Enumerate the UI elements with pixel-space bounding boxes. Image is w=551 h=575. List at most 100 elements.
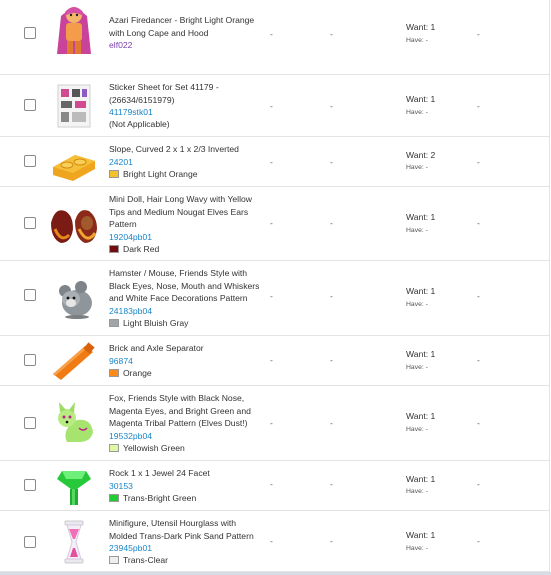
have-quantity: Have: - xyxy=(406,109,428,116)
part-name: Mini Doll, Hair Long Wavy with Yellow Ti… xyxy=(109,194,252,230)
color-name: Dark Red xyxy=(123,243,160,254)
color-note: (Not Applicable) xyxy=(109,119,170,130)
color-swatch xyxy=(109,443,119,452)
notify-value: - xyxy=(330,479,333,489)
want-quantity: Want: 1 xyxy=(406,286,436,296)
part-id-link[interactable]: 19532pb04 xyxy=(109,430,264,442)
curved-slope-icon[interactable] xyxy=(47,135,101,189)
want-quantity: Want: 1 xyxy=(406,212,436,222)
part-id-link[interactable]: 19204pb01 xyxy=(109,231,264,243)
part-name: Fox, Friends Style with Black Nose, Mage… xyxy=(109,393,251,429)
row-checkbox[interactable] xyxy=(24,155,36,167)
notify-value: - xyxy=(330,355,333,365)
have-quantity: Have: - xyxy=(406,364,428,371)
color-name: Yellowish Green xyxy=(123,442,185,453)
condition-value: - xyxy=(270,157,273,167)
color-swatch xyxy=(109,556,119,565)
part-name: Slope, Curved 2 x 1 x 2/3 Inverted xyxy=(109,144,239,154)
color-name: Bright Light Orange xyxy=(123,168,198,179)
part-id-link[interactable]: 24183pb04 xyxy=(109,305,264,317)
list-item: Mini Doll, Hair Long Wavy with Yellow Ti… xyxy=(0,187,550,261)
remarks-value: - xyxy=(477,101,480,111)
notify-value: - xyxy=(330,418,333,428)
want-quantity: Want: 1 xyxy=(406,349,436,359)
have-quantity: Have: - xyxy=(406,545,428,552)
remarks-value: - xyxy=(477,29,480,39)
condition-value: - xyxy=(270,218,273,228)
color-swatch xyxy=(109,169,119,178)
minifig-icon[interactable] xyxy=(47,2,101,56)
have-quantity: Have: - xyxy=(406,426,428,433)
part-id-link[interactable]: 96874 xyxy=(109,355,264,367)
have-quantity: Have: - xyxy=(406,301,428,308)
color-name: Orange xyxy=(123,367,152,378)
have-quantity: Have: - xyxy=(406,227,428,234)
color-swatch xyxy=(109,318,119,327)
list-item: Fox, Friends Style with Black Nose, Mage… xyxy=(0,386,550,461)
have-quantity: Have: - xyxy=(406,164,428,171)
part-id-link[interactable]: 24201 xyxy=(109,156,264,168)
condition-value: - xyxy=(270,355,273,365)
wanted-list: Azari Firedancer - Bright Light Orange w… xyxy=(0,0,551,575)
color-line: Bright Light Orange xyxy=(109,168,264,180)
remarks-value: - xyxy=(477,218,480,228)
part-name: Azari Firedancer - Bright Light Orange w… xyxy=(109,15,255,38)
notify-value: - xyxy=(330,536,333,546)
row-checkbox[interactable] xyxy=(24,217,36,229)
color-swatch xyxy=(109,368,119,377)
fox-icon[interactable] xyxy=(47,398,101,452)
row-checkbox[interactable] xyxy=(24,99,36,111)
part-id-link[interactable]: 30153 xyxy=(109,480,264,492)
color-swatch xyxy=(109,244,119,253)
color-name: Trans-Bright Green xyxy=(123,492,197,503)
part-id-link[interactable]: elf022 xyxy=(109,39,264,51)
want-quantity: Want: 1 xyxy=(406,94,436,104)
hamster-icon[interactable] xyxy=(47,271,101,325)
condition-value: - xyxy=(270,29,273,39)
sticker-sheet-icon[interactable] xyxy=(47,79,101,133)
color-line: Trans-Clear xyxy=(109,554,264,566)
list-item: Brick and Axle Separator 96874 Orange - … xyxy=(0,336,550,386)
part-name: Hamster / Mouse, Friends Style with Blac… xyxy=(109,268,260,304)
notify-value: - xyxy=(330,29,333,39)
row-checkbox[interactable] xyxy=(24,354,36,366)
want-quantity: Want: 1 xyxy=(406,411,436,421)
part-name: Rock 1 x 1 Jewel 24 Facet xyxy=(109,468,210,478)
color-name: Trans-Clear xyxy=(123,555,169,566)
part-name: Minifigure, Utensil Hourglass with Molde… xyxy=(109,518,254,541)
doll-hair-icon[interactable] xyxy=(47,199,101,253)
row-checkbox[interactable] xyxy=(24,536,36,548)
notify-value: - xyxy=(330,291,333,301)
row-checkbox[interactable] xyxy=(24,27,36,39)
row-checkbox[interactable] xyxy=(24,289,36,301)
part-id-link[interactable]: 41179stk01 xyxy=(109,106,264,118)
condition-value: - xyxy=(270,536,273,546)
part-id-link[interactable]: 23945pb01 xyxy=(109,542,264,554)
condition-value: - xyxy=(270,101,273,111)
notify-value: - xyxy=(330,101,333,111)
remarks-value: - xyxy=(477,355,480,365)
notify-value: - xyxy=(330,218,333,228)
have-quantity: Have: - xyxy=(406,488,428,495)
hourglass-icon[interactable] xyxy=(47,515,101,569)
color-line: Orange xyxy=(109,367,264,379)
color-name: Light Bluish Gray xyxy=(123,317,189,328)
remarks-value: - xyxy=(477,536,480,546)
color-line: Trans-Bright Green xyxy=(109,492,264,504)
want-quantity: Want: 2 xyxy=(406,150,436,160)
condition-value: - xyxy=(270,418,273,428)
color-swatch xyxy=(109,493,119,502)
want-quantity: Want: 1 xyxy=(406,530,436,540)
jewel-icon[interactable] xyxy=(47,459,101,513)
row-checkbox[interactable] xyxy=(24,479,36,491)
part-name: Sticker Sheet for Set 41179 - (26634/615… xyxy=(109,82,219,105)
row-checkbox[interactable] xyxy=(24,417,36,429)
condition-value: - xyxy=(270,479,273,489)
notify-value: - xyxy=(330,157,333,167)
want-quantity: Want: 1 xyxy=(406,22,436,32)
list-item: Azari Firedancer - Bright Light Orange w… xyxy=(0,0,550,75)
separator-tool-icon[interactable] xyxy=(47,334,101,388)
remarks-value: - xyxy=(477,418,480,428)
color-line: Light Bluish Gray xyxy=(109,317,264,329)
list-item: Minifigure, Utensil Hourglass with Molde… xyxy=(0,511,550,572)
